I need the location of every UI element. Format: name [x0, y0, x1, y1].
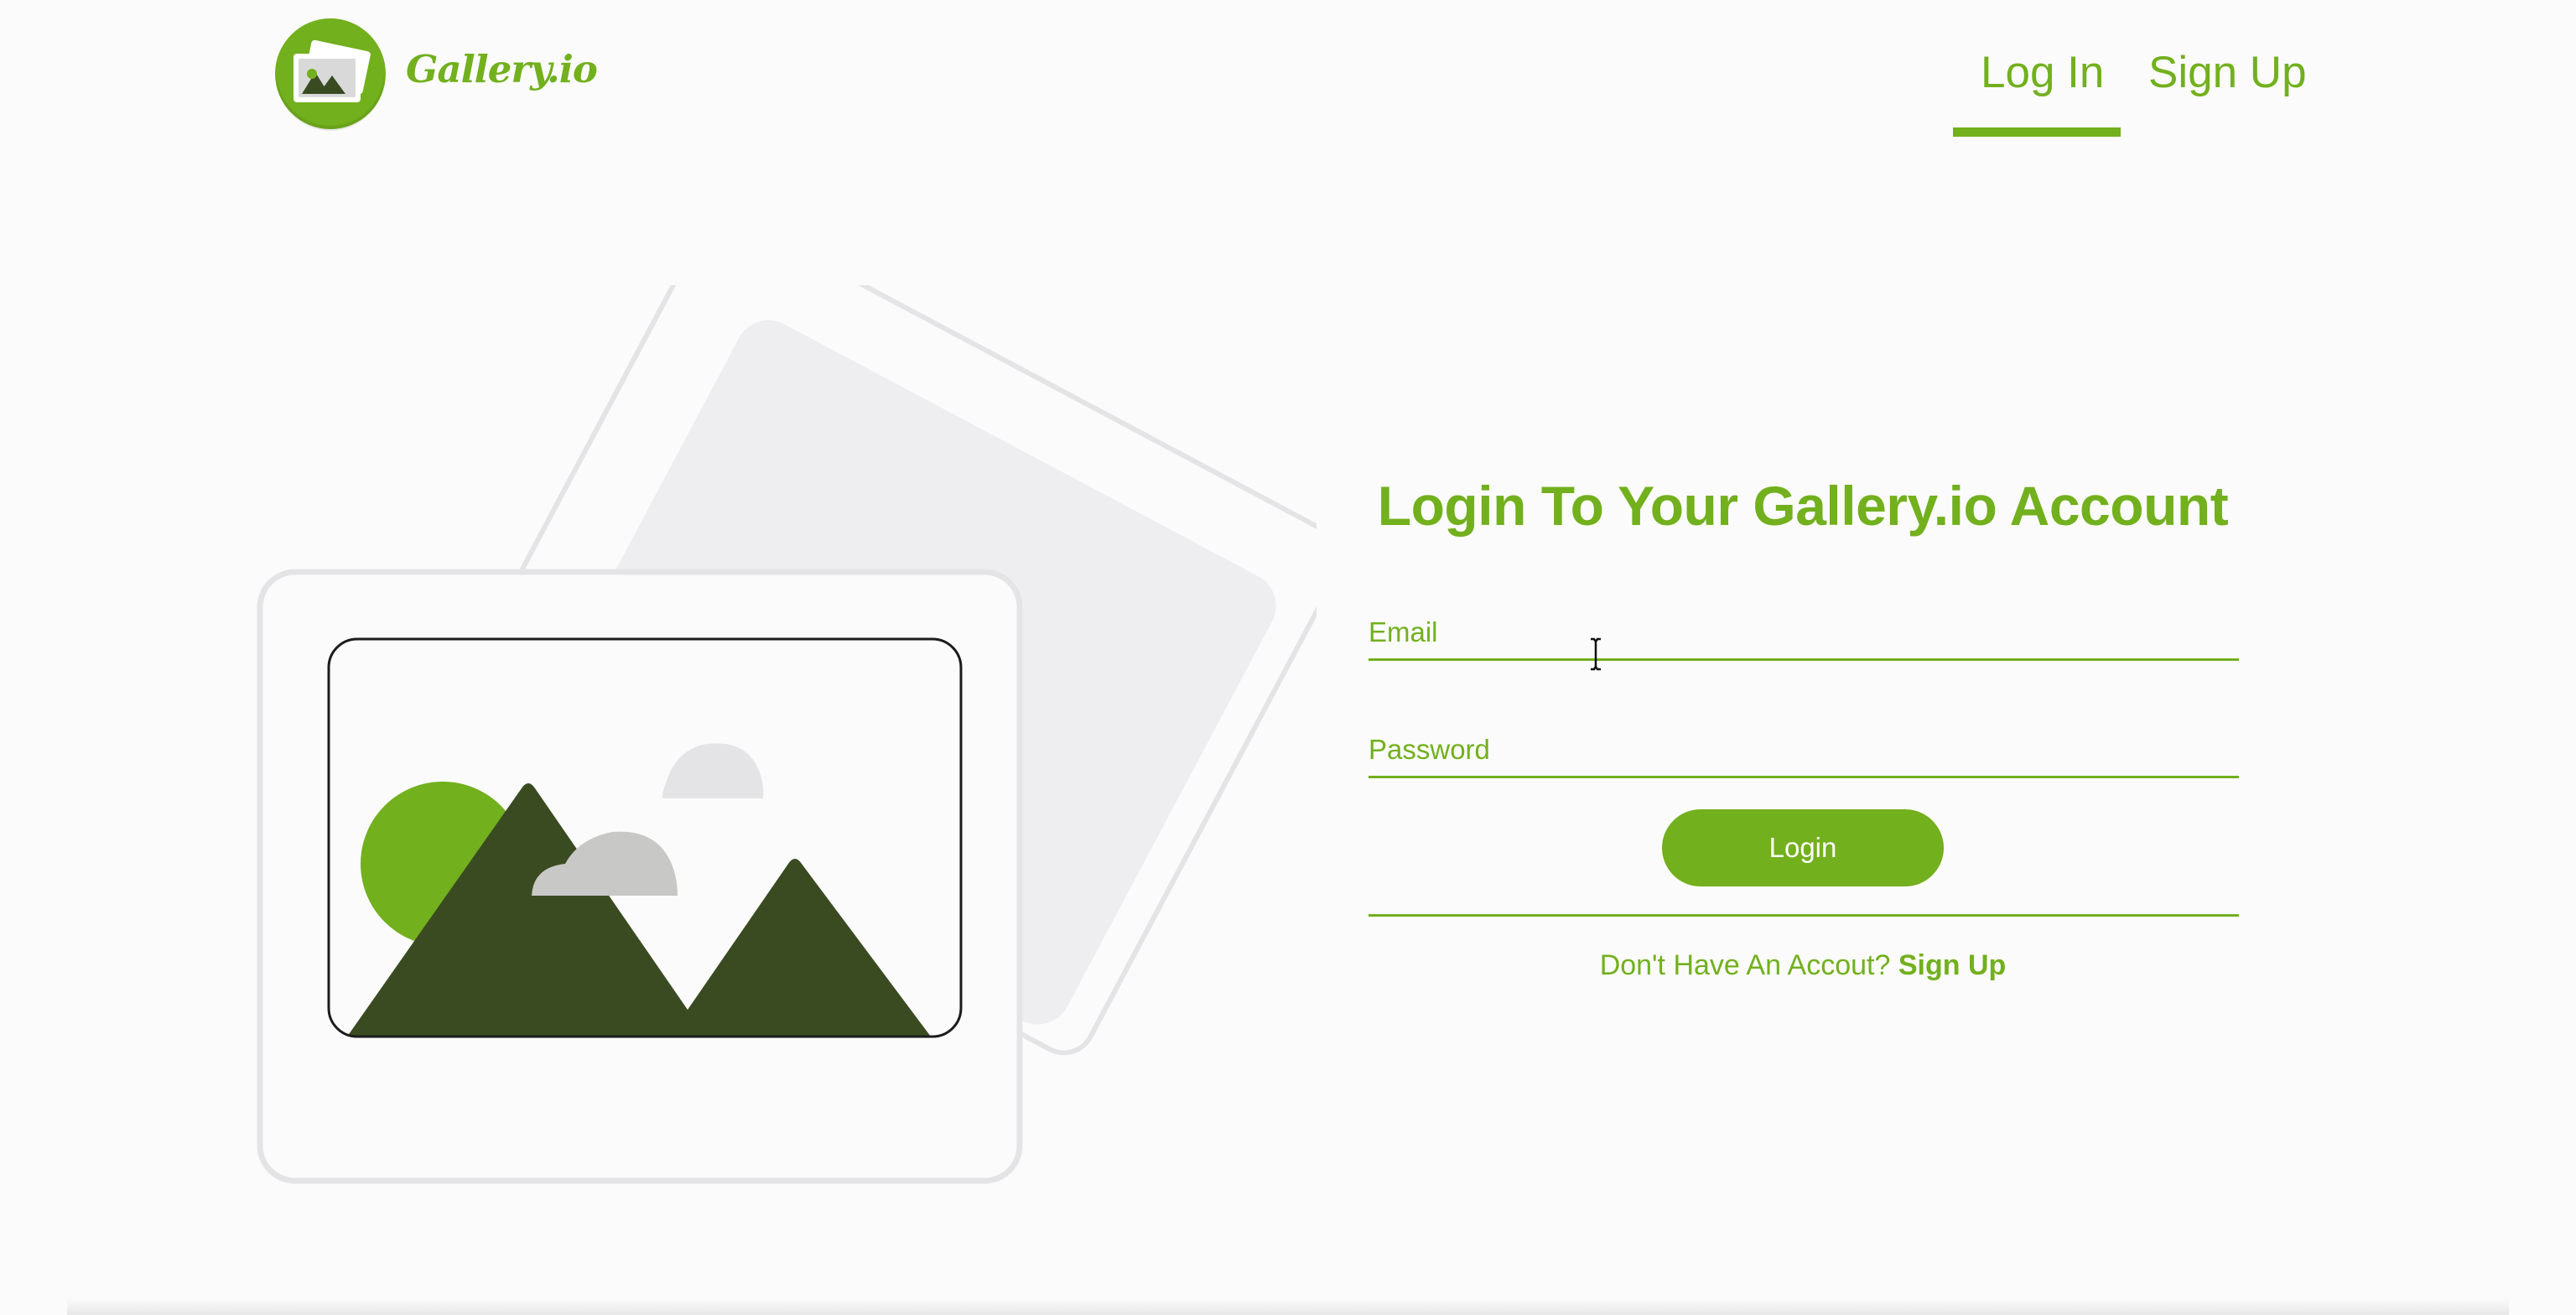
text-cursor-icon [1587, 637, 1604, 671]
login-button[interactable]: Login [1662, 809, 1944, 886]
login-form-title: Login To Your Gallery.io Account [1377, 475, 2229, 537]
login-page: Gallery.io Log In Sign Up Login To Your … [0, 0, 2576, 1315]
password-field [1368, 734, 2239, 778]
signup-prompt: Don't Have An Accout? Sign Up [1342, 949, 2264, 982]
signup-prompt-text: Don't Have An Accout? [1599, 949, 1891, 981]
signup-link[interactable]: Sign Up [1898, 949, 2006, 981]
page-bottom-shadow [67, 1298, 2509, 1315]
nav-signup-link[interactable]: Sign Up [2148, 47, 2307, 98]
email-input[interactable] [1368, 616, 2239, 661]
nav-login-link[interactable]: Log In [1981, 47, 2104, 98]
password-input[interactable] [1368, 734, 2239, 778]
landscape-photo-illustration [243, 214, 1344, 1191]
email-field [1368, 616, 2239, 661]
form-divider [1368, 914, 2239, 917]
active-tab-indicator [1953, 127, 2121, 137]
brand-name[interactable]: Gallery.io [406, 47, 598, 91]
photo-stack-icon [275, 18, 386, 131]
logo-icon[interactable] [273, 17, 387, 131]
